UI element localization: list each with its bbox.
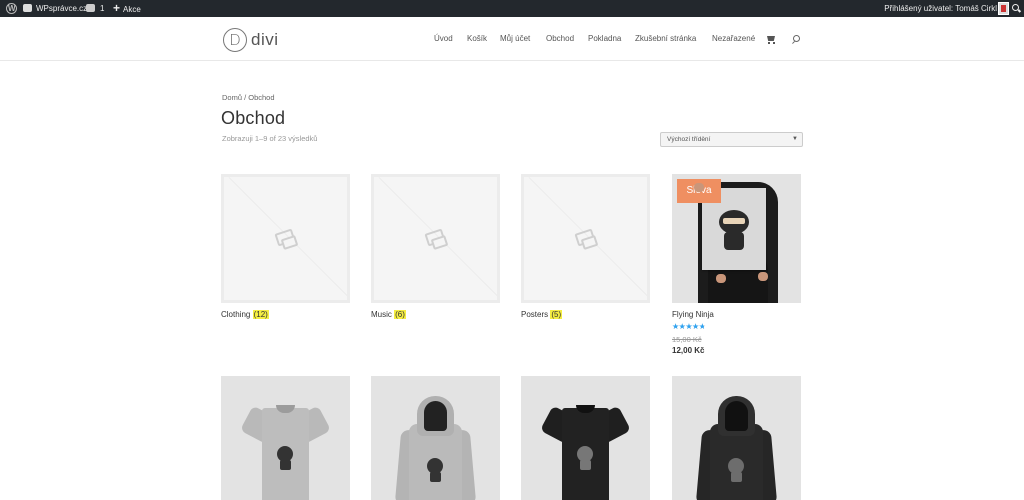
product-hoodie-black[interactable] [672,376,801,500]
hand [716,274,726,283]
star-rating-filled: ★★★★★ [672,322,704,331]
page-title: Obchod [221,108,286,128]
admin-search-icon[interactable] [1011,0,1022,17]
product-image: Sleva [672,174,801,303]
comments-count: 1 [100,4,105,13]
avatar[interactable] [998,2,1009,15]
wordpress-logo-icon[interactable]: W [6,0,18,17]
category-posters[interactable]: Posters (5) [521,174,650,319]
admin-bar-new[interactable]: + Akce [113,0,141,17]
placeholder-image [371,174,500,303]
product-tshirt-black[interactable] [521,376,650,500]
product-image [521,376,650,500]
tshirt-shape [239,402,332,500]
ordering-value: Výchozí třídění [667,136,711,143]
category-music[interactable]: Music (6) [371,174,500,319]
home-icon [23,4,32,12]
category-clothing[interactable]: Clothing (12) [221,174,350,319]
cart-icon[interactable] [767,36,775,41]
nav-item-pokladna[interactable]: Pokladna [588,33,621,45]
tshirt-shape [539,402,632,500]
hoodie-shape [695,396,778,500]
comment-icon [86,4,95,12]
site-header: D divi Úvod Košík Můj účet Obchod Poklad… [0,17,1024,61]
product-title: Flying Ninja [672,310,714,319]
category-title: Posters (5) [521,310,650,319]
hand [758,272,768,281]
category-title: Clothing (12) [221,310,350,319]
placeholder-image [221,174,350,303]
category-name: Clothing [221,310,251,319]
result-count: Zobrazuji 1–9 of 23 výsledků [222,134,318,143]
breadcrumb[interactable]: Domů / Obchod [222,93,275,102]
product-image [221,376,350,500]
category-count: (12) [252,310,269,319]
admin-bar-site[interactable]: WPsprávce.cz [23,0,87,17]
product-image [672,376,801,500]
price-new: 12,00 Kč [672,346,705,355]
admin-bar-user[interactable]: Přihlášený uživatel: Tomáš Cirkl [884,0,997,17]
category-name: Music [371,310,392,319]
nav-item-zkusebni-stranka[interactable]: Zkušební stránka [635,33,696,45]
nav-item-muj-ucet[interactable]: Můj účet [500,33,530,45]
product-flying-ninja[interactable]: Sleva Flying Ninja ★★★★★ ★★★★★ 15,00 Kč … [672,174,801,355]
nav-item-kosik[interactable]: Košík [467,33,487,45]
admin-bar: W WPsprávce.cz 1 + Akce Přihlášený uživat… [0,0,1024,17]
hand [694,183,704,192]
search-icon[interactable] [792,34,800,46]
hoodie-shape [394,396,477,500]
category-title: Music (6) [371,310,500,319]
price-old: 15,00 Kč [672,335,702,344]
plus-icon: + [113,1,121,15]
category-count: (5) [550,310,563,319]
nav-item-nezarazene[interactable]: Nezařazené [712,33,755,45]
site-name: WPsprávce.cz [36,4,88,13]
chevron-down-icon: ▼ [792,136,798,142]
admin-bar-comments[interactable]: 1 [86,0,104,17]
cart-wheels [768,42,775,44]
new-label: Akce [123,5,141,14]
ordering-select[interactable]: Výchozí třídění ▼ [660,132,803,147]
product-hoodie-grey[interactable] [371,376,500,500]
product-image [371,376,500,500]
ninja-band [723,218,745,224]
placeholder-image [521,174,650,303]
main-nav: Úvod Košík Můj účet Obchod Pokladna Zkuš… [0,33,1024,47]
star-rating: ★★★★★ ★★★★★ [672,322,712,332]
nav-item-obchod[interactable]: Obchod [546,33,574,45]
product-tshirt-grey[interactable] [221,376,350,500]
category-count: (6) [394,310,406,319]
category-name: Posters [521,310,549,319]
ninja-body [724,232,744,250]
nav-item-uvod[interactable]: Úvod [434,33,453,45]
